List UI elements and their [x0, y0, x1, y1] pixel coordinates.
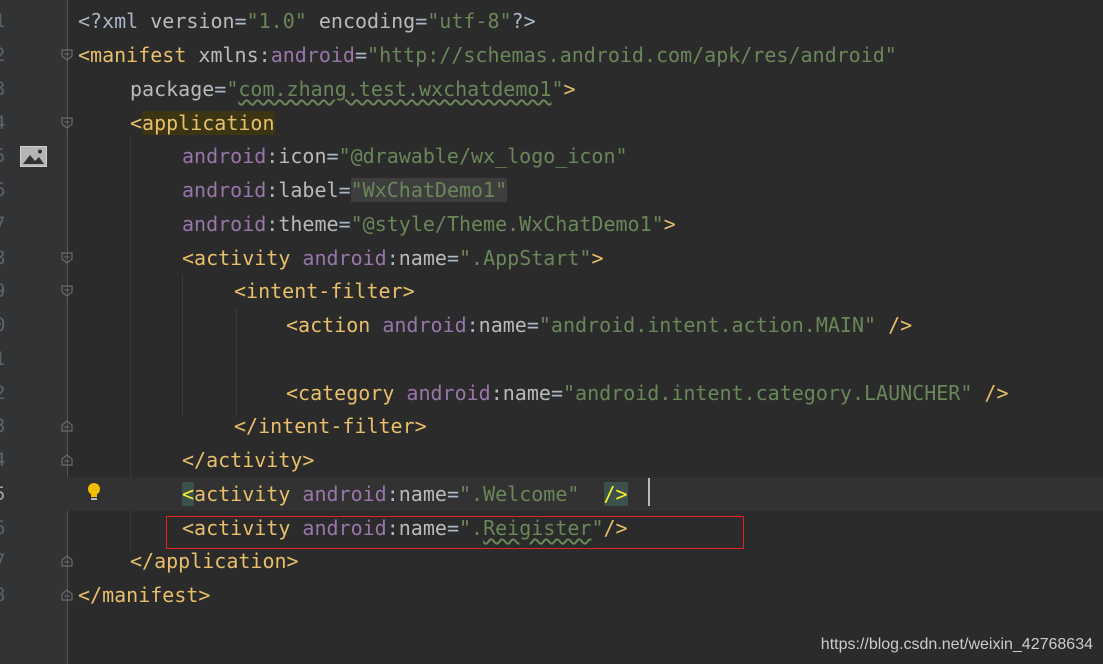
- code-line[interactable]: 3 package="com.zhang.test.wxchatdemo1">: [0, 72, 1103, 106]
- line-number: 8: [0, 578, 16, 612]
- line-code[interactable]: <activity android:name=".AppStart">: [182, 241, 603, 275]
- line-number: 5: [0, 477, 16, 511]
- line-code[interactable]: android:icon="@drawable/wx_logo_icon": [182, 139, 628, 173]
- fold-marker-icon[interactable]: [60, 453, 74, 467]
- line-number: 5: [0, 139, 16, 173]
- line-number: 7: [0, 544, 16, 578]
- code-editor[interactable]: 1 <?xml version="1.0" encoding="utf-8"?>…: [0, 0, 1103, 664]
- code-line[interactable]: 9 <intent-filter>: [0, 274, 1103, 308]
- code-line[interactable]: 0 <action android:name="android.intent.a…: [0, 308, 1103, 342]
- line-number: 4: [0, 106, 16, 140]
- line-code[interactable]: </activity>: [182, 443, 314, 477]
- line-number: 1: [0, 4, 16, 38]
- fold-marker-icon[interactable]: [60, 251, 74, 265]
- image-icon[interactable]: [20, 146, 47, 167]
- line-number: 1: [0, 342, 16, 376]
- lightbulb-icon[interactable]: [86, 482, 102, 504]
- line-code[interactable]: <manifest xmlns:android="http://schemas.…: [78, 38, 897, 72]
- line-number: 8: [0, 241, 16, 275]
- code-line[interactable]: 7 android:theme="@style/Theme.WxChatDemo…: [0, 207, 1103, 241]
- code-line[interactable]: 1: [0, 342, 1103, 376]
- line-code[interactable]: <application: [130, 106, 275, 140]
- highlight-box: [166, 516, 744, 549]
- line-code[interactable]: <intent-filter>: [234, 274, 415, 308]
- text-caret: [648, 478, 650, 506]
- code-line[interactable]: 8 </manifest>: [0, 578, 1103, 612]
- fold-marker-icon[interactable]: [60, 588, 74, 602]
- code-line[interactable]: 2 <manifest xmlns:android="http://schema…: [0, 38, 1103, 72]
- code-line[interactable]: 6 android:label="WxChatDemo1": [0, 173, 1103, 207]
- line-number: 3: [0, 409, 16, 443]
- code-line[interactable]: 4 <application: [0, 106, 1103, 140]
- fold-marker-icon[interactable]: [60, 48, 74, 62]
- watermark: https://blog.csdn.net/weixin_42768634: [820, 636, 1093, 653]
- line-code[interactable]: <action android:name="android.intent.act…: [286, 308, 912, 342]
- line-number: 3: [0, 72, 16, 106]
- line-number: 9: [0, 274, 16, 308]
- line-code[interactable]: android:label="WxChatDemo1": [182, 173, 508, 207]
- line-code[interactable]: <activity android:name=".Welcome" />: [182, 477, 628, 511]
- line-number: 7: [0, 207, 16, 241]
- line-code[interactable]: </manifest>: [78, 578, 210, 612]
- code-line[interactable]: 5 android:icon="@drawable/wx_logo_icon": [0, 139, 1103, 173]
- fold-marker-icon[interactable]: [60, 419, 74, 433]
- code-line[interactable]: 7 </application>: [0, 544, 1103, 578]
- line-code[interactable]: package="com.zhang.test.wxchatdemo1">: [130, 72, 576, 106]
- line-number: 2: [0, 38, 16, 72]
- line-number: 0: [0, 308, 16, 342]
- fold-marker-icon[interactable]: [60, 116, 74, 130]
- fold-marker-icon[interactable]: [60, 284, 74, 298]
- line-code[interactable]: </application>: [130, 544, 299, 578]
- line-code[interactable]: <?xml version="1.0" encoding="utf-8"?>: [78, 4, 536, 38]
- code-line[interactable]: 2 <category android:name="android.intent…: [0, 376, 1103, 410]
- code-line-current[interactable]: 5 <activity android:name=".Welcome" />: [0, 477, 1103, 511]
- code-line[interactable]: 3 </intent-filter>: [0, 409, 1103, 443]
- line-number: 4: [0, 443, 16, 477]
- line-code[interactable]: <category android:name="android.intent.c…: [286, 376, 1009, 410]
- code-line[interactable]: 1 <?xml version="1.0" encoding="utf-8"?>: [0, 4, 1103, 38]
- code-line[interactable]: 4 </activity>: [0, 443, 1103, 477]
- line-number: 6: [0, 173, 16, 207]
- fold-marker-icon[interactable]: [60, 554, 74, 568]
- line-number: 6: [0, 511, 16, 545]
- line-number: 2: [0, 376, 16, 410]
- line-code[interactable]: </intent-filter>: [234, 409, 427, 443]
- line-code[interactable]: android:theme="@style/Theme.WxChatDemo1"…: [182, 207, 676, 241]
- code-line[interactable]: 8 <activity android:name=".AppStart">: [0, 241, 1103, 275]
